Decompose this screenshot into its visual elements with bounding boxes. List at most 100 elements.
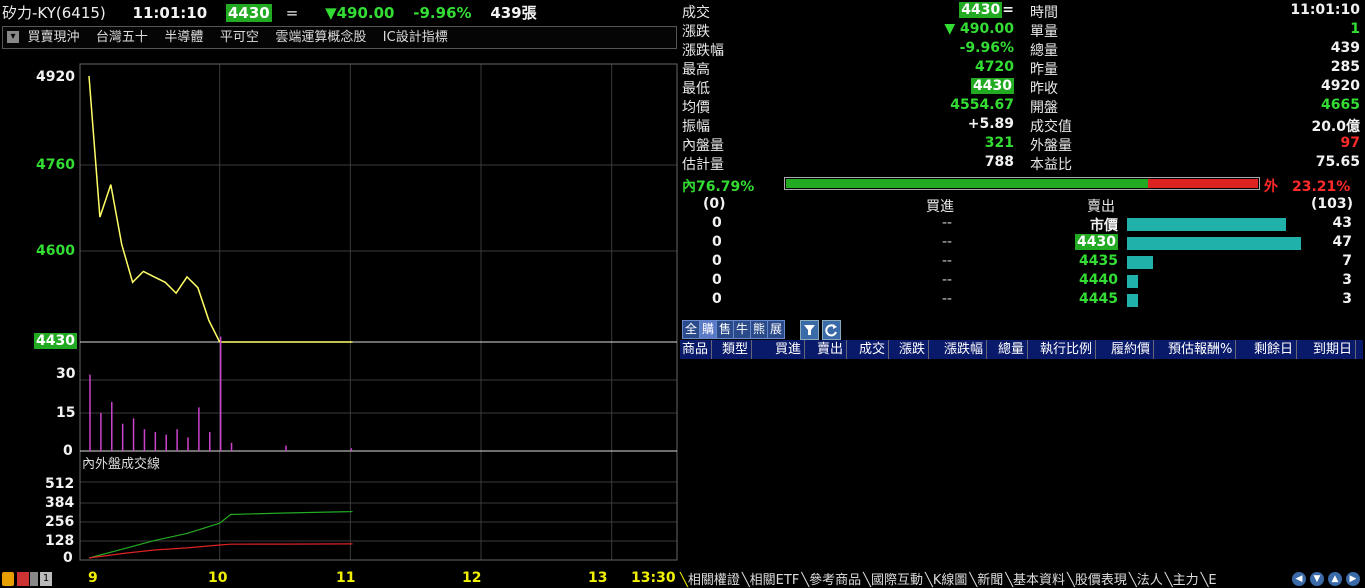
quote-value-suffix: = [1002,2,1014,18]
options-column[interactable]: 總量 [998,340,1029,359]
bid-qty: 0 [712,272,722,288]
bottom-tab[interactable]: ╲E [1201,573,1218,588]
bid-qty: 0 [712,253,722,269]
inner-ratio-fill [786,179,1148,188]
refresh-icon[interactable] [822,320,841,340]
bid-qty: 0 [712,215,722,231]
ask-price-cell[interactable]: 4435 [1079,253,1118,269]
ask-qty: 3 [1342,272,1352,288]
quote-value: 4720 [975,59,1014,75]
sub-tick: 0 [63,550,73,566]
quote-value: -9.96% [959,40,1014,56]
quote-label: 內盤量 [682,138,724,154]
ask-qty: 47 [1332,234,1352,250]
ask-price: 4440 [1079,272,1118,288]
sub-tick: 256 [45,514,75,530]
options-filter-button[interactable]: 牛 [733,320,751,339]
quote-label: 最低 [682,81,710,97]
bottom-tab[interactable]: ╲主力 [1165,573,1200,588]
options-filter-button[interactable]: 購 [699,320,717,339]
quote-label: 總量 [1030,43,1058,59]
options-filter-button[interactable]: 全 [682,320,700,339]
options-column[interactable]: 執行比例 [1040,340,1097,359]
ask-volume-bar [1127,218,1286,231]
alert-icon[interactable] [17,572,29,586]
bid-price: -- [942,253,953,269]
quote-label: 成交 [682,5,710,21]
bid-price: -- [942,234,953,250]
tab-nav: ◀ ▼ ▲ ▶ [1292,572,1364,587]
ask-price: 4435 [1079,253,1118,269]
chart-icon[interactable] [30,572,38,586]
options-column[interactable]: 漲跌幅 [944,340,988,359]
quote-value: 4665 [1321,97,1360,113]
options-column[interactable]: 成交 [859,340,890,359]
options-filter-button[interactable]: 熊 [750,320,768,339]
next-tab-icon[interactable]: ▶ [1346,572,1360,586]
ask-price-cell[interactable]: 4445 [1079,291,1118,307]
price-tick: 4600 [36,243,75,259]
bottom-tab[interactable]: ╲參考商品 [801,573,862,588]
inner-volume-line [88,510,353,559]
quote-label: 成交值 [1030,119,1072,135]
bottom-tab[interactable]: ╲相關ETF [742,573,800,588]
bottom-tab[interactable]: ╲基本資料 [1005,573,1066,588]
ask-volume-bar [1127,256,1153,269]
inner-ratio: 內76.79% [682,176,754,196]
buy-total: (0) [703,196,726,212]
down-tab-icon[interactable]: ▼ [1310,572,1324,586]
options-filter-button[interactable]: 展 [767,320,785,339]
bottom-tab[interactable]: ╲新聞 [969,573,1004,588]
options-column[interactable]: 剩餘日 [1254,340,1298,359]
quote-value: 439 [1330,40,1360,56]
options-column[interactable]: 到期日 [1313,340,1357,359]
ask-price-cell[interactable]: 4430 [1075,234,1118,250]
ask-price-cell[interactable]: 4440 [1079,272,1118,288]
ask-price: 市價 [1090,218,1118,234]
sub-tick: 512 [45,476,75,492]
bid-price: -- [942,215,953,231]
bottom-tab[interactable]: ╲國際互動 [863,573,924,588]
intraday-chart[interactable] [0,0,680,588]
quote-label: 開盤 [1030,100,1058,116]
quote-label: 最高 [682,62,710,78]
options-column[interactable]: 賣出 [817,340,848,359]
outer-pct: 23.21% [1292,179,1351,195]
quote-value: 20.0億 [1311,119,1360,135]
options-column[interactable]: 漲跌 [899,340,930,359]
bottom-tab-label: 基本資料 [1013,573,1066,588]
options-filter-button[interactable]: 售 [716,320,734,339]
time-tick: 13:30 [631,570,676,586]
bell-icon[interactable] [2,572,14,586]
bottom-tab-label: 國際互動 [870,573,923,588]
options-column[interactable]: 買進 [775,340,806,359]
options-column[interactable]: 類型 [722,340,753,359]
options-column[interactable]: 履約價 [1111,340,1155,359]
bottom-tab[interactable]: ╲法人 [1129,573,1164,588]
bottom-tab[interactable]: ╲股價表現 [1067,573,1128,588]
bottom-tab-label: E [1208,573,1217,588]
quote-label: 單量 [1030,24,1058,40]
options-column[interactable]: 預估報酬% [1168,340,1237,359]
filter-icon[interactable] [800,320,819,340]
quote-value: 1 [1350,21,1360,37]
inner-pct: 76.79% [696,179,755,195]
quote-value-highlight: 4430 [959,2,1003,18]
outer-ratio-fill [1148,179,1258,188]
up-tab-icon[interactable]: ▲ [1328,572,1342,586]
options-column[interactable]: 商品 [682,340,713,359]
ask-qty: 43 [1332,215,1352,231]
bottom-tab[interactable]: ╲相關權證 [680,573,741,588]
first-tab-icon[interactable]: ◀ [1292,572,1306,586]
price-tick: 4920 [36,69,75,85]
ask-price-cell[interactable]: 市價 [1090,215,1118,235]
bottom-tab[interactable]: ╲K線圖 [925,573,968,588]
page-one-icon[interactable]: 1 [40,572,52,586]
quote-label: 均價 [682,100,710,116]
outer-label: 外 [1264,179,1278,195]
quote-label: 外盤量 [1030,138,1072,154]
ask-price: 4430 [1075,234,1118,250]
status-icons: 1 [2,572,52,587]
bottom-tab-label: K線圖 [932,573,968,588]
quote-value: 11:01:10 [1290,2,1360,18]
